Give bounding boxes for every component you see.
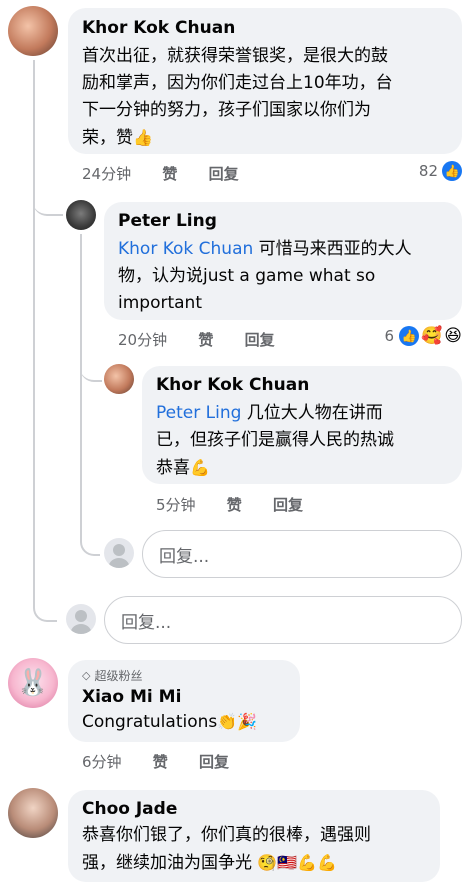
reply-author[interactable]: Peter Ling — [118, 210, 448, 232]
user-placeholder-icon — [108, 544, 130, 568]
reply-button[interactable]: 回复 — [209, 165, 239, 183]
like-reaction-icon: 👍 — [442, 161, 462, 181]
reply-time: 5分钟 — [156, 496, 196, 514]
fan-badge: ◇ 超级粉丝 — [82, 669, 143, 683]
thread-line — [80, 234, 100, 556]
avatar — [66, 604, 96, 634]
reply-button[interactable]: 回复 — [199, 753, 229, 771]
haha-reaction-icon: 😆 — [444, 326, 462, 346]
reaction-count: 82 — [418, 162, 438, 180]
diamond-icon: ◇ — [82, 669, 91, 682]
reaction-count: 6 — [384, 327, 395, 345]
reply-bubble: Peter Ling Khor Kok Chuan 可惜马来西亚的大人 物，认为… — [104, 202, 462, 320]
avatar[interactable]: 🐰 — [8, 658, 58, 708]
thumbs-up-icon: 👍 — [133, 128, 153, 147]
reply-input[interactable]: 回复... — [142, 530, 462, 578]
flexed-biceps-icon: 💪 — [190, 458, 210, 477]
mention-link[interactable]: Khor Kok Chuan — [118, 239, 253, 259]
reply-author[interactable]: Khor Kok Chuan — [156, 374, 448, 396]
reply-actions: 5分钟 赞 回复 — [156, 494, 329, 515]
user-placeholder-icon — [70, 610, 92, 634]
reply-bubble: Khor Kok Chuan Peter Ling 几位大人物在讲而 已，但孩子… — [142, 366, 462, 484]
mention-link[interactable]: Peter Ling — [156, 403, 241, 423]
thread-line — [33, 60, 57, 622]
like-button[interactable]: 赞 — [198, 331, 213, 349]
comment-actions: 24分钟 赞 回复 — [82, 163, 265, 184]
reply-actions: 20分钟 赞 回复 — [118, 329, 301, 350]
like-reaction-icon: 👍 — [399, 326, 420, 346]
reply-text: Khor Kok Chuan 可惜马来西亚的大人 物，认为说just a gam… — [118, 239, 412, 313]
avatar — [104, 538, 134, 568]
avatar[interactable] — [8, 6, 58, 56]
reply-button[interactable]: 回复 — [245, 331, 275, 349]
comment-bubble: ◇ 超级粉丝 Xiao Mi Mi Congratulations👏🎉 — [68, 660, 300, 742]
like-button[interactable]: 赞 — [227, 496, 242, 514]
reply-text: Peter Ling 几位大人物在讲而 已，但孩子们是赢得人民的热诚 恭喜💪 — [156, 400, 448, 482]
comment-time: 24分钟 — [82, 165, 132, 183]
reaction-summary[interactable]: 6 👍 🥰 😆 — [385, 326, 462, 346]
avatar[interactable] — [104, 364, 134, 394]
comment-actions: 6分钟 赞 回复 — [82, 751, 255, 772]
comment-author[interactable]: Khor Kok Chuan — [82, 17, 448, 39]
clapping-hands-icon: 👏🎉 — [217, 712, 258, 731]
reply-time: 20分钟 — [118, 331, 168, 349]
avatar[interactable] — [8, 788, 58, 838]
avatar[interactable] — [66, 200, 96, 230]
like-button[interactable]: 赞 — [153, 753, 168, 771]
comment-bubble: Choo Jade 恭喜你们银了，你们真的很棒，遇强则 强，继续加油为国争光 🧐… — [68, 790, 440, 882]
comment-text: 恭喜你们银了，你们真的很棒，遇强则 强，继续加油为国争光 🧐🇲🇾💪💪 — [82, 822, 426, 877]
care-reaction-icon: 🥰 — [421, 326, 443, 346]
emoji-sequence-icon: 🧐🇲🇾💪💪 — [257, 853, 338, 872]
comment-text: Congratulations👏🎉 — [82, 708, 286, 736]
comment-author[interactable]: Choo Jade — [82, 798, 426, 820]
reply-button[interactable]: 回复 — [273, 496, 303, 514]
reply-input[interactable]: 回复... — [104, 596, 462, 644]
comment-text: 首次出征，就获得荣誉银奖，是很大的鼓 励和掌声，因为你们走过台上10年功，台 下… — [82, 43, 448, 152]
comment-bubble: Khor Kok Chuan 首次出征，就获得荣誉银奖，是很大的鼓 励和掌声，因… — [68, 8, 462, 154]
reaction-summary[interactable]: 82 👍 — [419, 161, 462, 181]
comment-time: 6分钟 — [82, 753, 122, 771]
like-button[interactable]: 赞 — [162, 165, 177, 183]
comment-author[interactable]: Xiao Mi Mi — [82, 686, 286, 708]
